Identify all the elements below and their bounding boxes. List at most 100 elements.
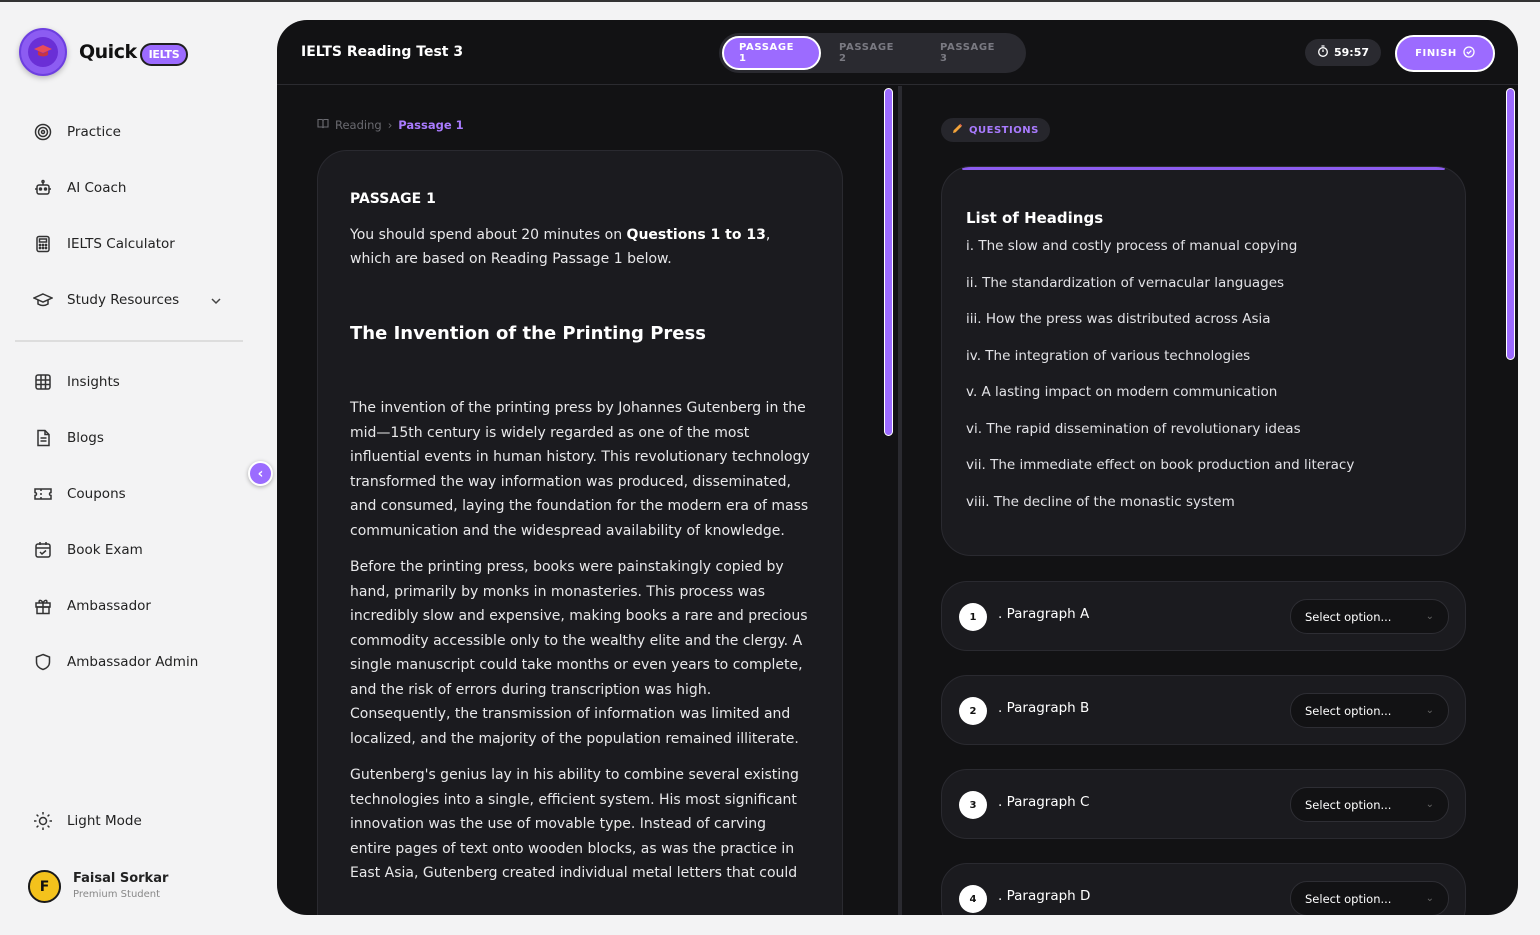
passage-paragraph: Before the printing press, books were pa… (350, 559, 808, 747)
heading-item: v. A lasting impact on modern communicat… (966, 384, 1278, 400)
chevron-down-icon: ⌄ (1425, 893, 1434, 904)
timer-value: 59:57 (1333, 46, 1369, 59)
select-value: Select option... (1305, 703, 1392, 718)
sidebar-item-label: Insights (67, 374, 120, 390)
heading-item: vi. The rapid dissemination of revolutio… (966, 420, 1301, 437)
grid-icon (32, 371, 54, 393)
timer: 59:57 (1305, 39, 1381, 66)
pane-splitter[interactable] (898, 86, 902, 915)
question-row: 3 . Paragraph C Select option... ⌄ (941, 769, 1466, 839)
sidebar-item-label: Book Exam (67, 542, 143, 558)
question-label: . Paragraph D (998, 888, 1091, 904)
tab-passage-2[interactable]: PASSAGE 2 (821, 36, 922, 70)
calendar-check-icon (32, 539, 54, 561)
chevron-down-icon: ⌄ (1425, 705, 1434, 716)
graduation-cap-icon (32, 289, 54, 311)
questions-chip-label: QUESTIONS (969, 124, 1039, 136)
tab-passage-3[interactable]: PASSAGE 3 (922, 36, 1023, 70)
book-icon (317, 118, 329, 132)
document-icon (32, 427, 54, 449)
sun-icon (32, 810, 54, 832)
chevron-down-icon: ⌄ (1425, 611, 1434, 622)
sidebar-item-label: IELTS Calculator (67, 236, 175, 252)
passage-paragraph: Gutenberg's genius lay in his ability to… (350, 767, 799, 881)
avatar: F (28, 870, 61, 903)
breadcrumb-separator-icon: › (387, 118, 393, 132)
finish-label: FINISH (1415, 48, 1457, 59)
questions-chip: QUESTIONS (941, 118, 1050, 142)
passage-scrollbar[interactable] (884, 88, 893, 436)
question-label: . Paragraph B (998, 700, 1090, 716)
sidebar-item-label: Ambassador (67, 598, 151, 614)
question-row: 1 . Paragraph A Select option... ⌄ (941, 581, 1466, 651)
calculator-icon (32, 233, 54, 255)
select-value: Select option... (1305, 609, 1392, 624)
heading-item: i. The slow and costly process of manual… (966, 238, 1298, 254)
graduation-cap-logo-icon (19, 28, 67, 76)
breadcrumb-current: Passage 1 (398, 118, 464, 132)
tab-passage-1[interactable]: PASSAGE 1 (722, 36, 821, 70)
sidebar: Quick IELTS Practice AI Coach IELTS Calc… (0, 2, 273, 935)
sidebar-item-label: AI Coach (67, 180, 127, 196)
heading-item: ii. The standardization of vernacular la… (966, 274, 1285, 291)
sidebar-item-label: Ambassador Admin (67, 654, 199, 670)
question-number: 3 (959, 791, 987, 819)
test-topbar: IELTS Reading Test 3 PASSAGE 1 PASSAGE 2… (277, 20, 1518, 85)
ticket-icon (32, 483, 54, 505)
passage-paragraph: The invention of the printing press by J… (350, 400, 810, 539)
question-label: . Paragraph C (998, 794, 1090, 810)
heading-item: vii. The immediate effect on book produc… (966, 457, 1355, 473)
test-title: IELTS Reading Test 3 (301, 44, 464, 60)
select-value: Select option... (1305, 797, 1392, 812)
question-row: 2 . Paragraph B Select option... ⌄ (941, 675, 1466, 745)
instructions-text: You should spend about 20 minutes on (350, 227, 627, 243)
headings-title: List of Headings (966, 209, 1104, 227)
question-number: 1 (959, 603, 987, 631)
chevron-down-icon: ⌄ (1425, 799, 1434, 810)
passage-label: PASSAGE 1 (350, 191, 436, 207)
brand-name: Quick (79, 41, 137, 63)
heading-select[interactable]: Select option... ⌄ (1290, 787, 1449, 822)
target-icon (32, 121, 54, 143)
collapse-sidebar-button[interactable]: ‹ (248, 461, 273, 486)
question-number: 2 (959, 697, 987, 725)
heading-item: iii. How the press was distributed acros… (966, 311, 1271, 327)
heading-item: viii. The decline of the monastic system (966, 493, 1235, 510)
light-mode-label: Light Mode (67, 813, 142, 829)
robot-icon (32, 177, 54, 199)
chevron-down-icon[interactable] (210, 294, 222, 308)
finish-button[interactable]: FINISH (1395, 35, 1495, 72)
breadcrumb: Reading › Passage 1 (317, 118, 464, 132)
test-panel: IELTS Reading Test 3 PASSAGE 1 PASSAGE 2… (277, 20, 1518, 915)
sidebar-item-label: Practice (67, 124, 121, 140)
question-row: 4 . Paragraph D Select option... ⌄ (941, 863, 1466, 915)
heading-select[interactable]: Select option... ⌄ (1290, 881, 1449, 915)
pencil-icon (952, 123, 963, 137)
question-label: . Paragraph A (998, 606, 1090, 622)
chevron-left-icon: ‹ (257, 465, 264, 482)
list-of-headings-card: List of Headings i. The slow and costly … (941, 166, 1466, 556)
breadcrumb-root[interactable]: Reading (335, 118, 382, 132)
passage-title: The Invention of the Printing Press (350, 323, 706, 344)
heading-item: iv. The integration of various technolog… (966, 347, 1251, 364)
brand-badge: IELTS (139, 42, 189, 66)
user-role: Premium Student (73, 889, 161, 900)
sidebar-item-label: Blogs (67, 430, 104, 446)
questions-scrollbar[interactable] (1506, 88, 1515, 360)
shield-icon (32, 651, 54, 673)
heading-select[interactable]: Select option... ⌄ (1290, 599, 1449, 634)
brand-logo[interactable]: Quick IELTS (19, 28, 189, 76)
passage-tabs: PASSAGE 1 PASSAGE 2 PASSAGE 3 (719, 33, 1026, 73)
heading-select[interactable]: Select option... ⌄ (1290, 693, 1449, 728)
sidebar-divider (15, 340, 243, 342)
stopwatch-icon (1317, 45, 1329, 60)
sidebar-item-label: Coupons (67, 486, 126, 502)
sidebar-item-label: Study Resources (67, 292, 180, 308)
gift-icon (32, 595, 54, 617)
instructions-question-range: Questions 1 to 13 (626, 227, 766, 243)
question-number: 4 (959, 885, 987, 913)
passage-card: PASSAGE 1 You should spend about 20 minu… (317, 150, 843, 915)
select-value: Select option... (1305, 891, 1392, 906)
check-circle-icon (1463, 46, 1475, 61)
passage-instructions: You should spend about 20 minutes on Que… (350, 223, 810, 271)
